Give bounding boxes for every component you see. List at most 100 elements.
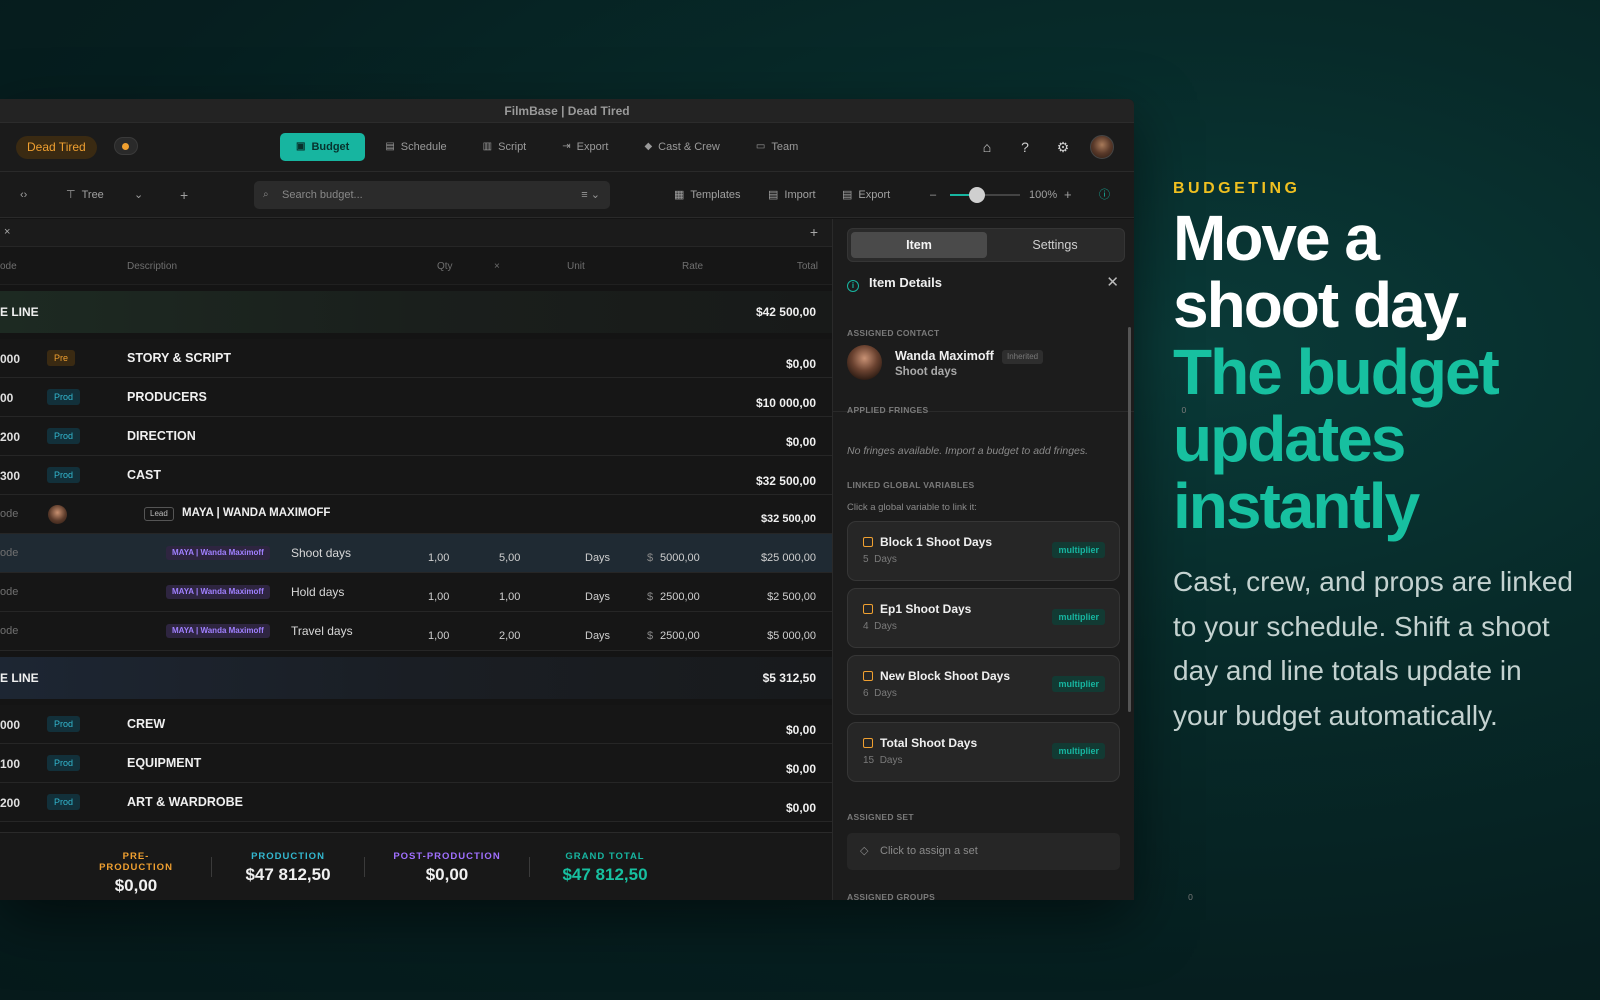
post-production-total: POST-PRODUCTION $0,00 (393, 851, 501, 884)
search-icon: ⌕ (263, 189, 269, 200)
eyebrow: BUDGETING (1173, 180, 1301, 197)
contact-chip[interactable]: MAYA | Wanda Maximoff (166, 624, 270, 638)
budget-totals-footer: PRE-PRODUCTION $0,00 PRODUCTION $47 812,… (0, 832, 832, 900)
toolbar: ‹› ⊤ Tree ⌄ + ⌕ Search budget... ≡ ⌄ ▦ Tem… (0, 172, 1134, 218)
body-copy: Cast, crew, and props are linked to your… (1173, 566, 1573, 731)
add-icon[interactable]: + (180, 172, 188, 218)
global-variable-card[interactable]: New Block Shoot Days 6 Days multiplier (847, 655, 1120, 715)
phase-badge: Prod (47, 716, 81, 732)
tab-cast-crew[interactable]: ◆ Cast & Crew (628, 133, 735, 161)
view-select[interactable]: ⊤ Tree (66, 172, 104, 218)
help-icon[interactable]: ? (1014, 136, 1036, 158)
panel-tabs: Item Settings (847, 228, 1125, 262)
col-total: Total (796, 261, 818, 272)
production-total: PRODUCTION $47 812,50 (245, 851, 331, 884)
divider (529, 857, 530, 877)
assign-set-input[interactable]: ◇ Click to assign a set (847, 833, 1120, 870)
multiplier-badge: multiplier (1052, 609, 1105, 625)
col-x: × (494, 261, 500, 272)
code-toggle-icon[interactable]: ‹› (20, 172, 27, 218)
global-variable-card[interactable]: Block 1 Shoot Days 5 Days multiplier (847, 521, 1120, 581)
divider (833, 411, 1134, 412)
gear-icon[interactable]: ⚙ (1052, 136, 1074, 158)
sheet-tabstrip: × + (0, 219, 832, 247)
calendar-icon (863, 604, 873, 614)
table-row[interactable]: ode MAYA | Wanda Maximoff Travel days 1,… (0, 612, 832, 651)
tab-settings[interactable]: Settings (987, 232, 1123, 258)
table-row[interactable]: 00 Prod PRODUCERS $10 000,00 (0, 378, 832, 417)
close-tab-icon[interactable]: × (4, 226, 10, 238)
window-titlebar: FilmBase | Dead Tired (0, 99, 1134, 123)
status-toggle[interactable] (114, 137, 138, 155)
phase-badge: Prod (47, 755, 81, 771)
tab-schedule[interactable]: ▤ Schedule (369, 133, 462, 161)
table-row[interactable]: 200 Prod ART & WARDROBE $0,00 (0, 783, 832, 822)
multiplier-badge: multiplier (1052, 542, 1105, 558)
add-tab-icon[interactable]: + (810, 224, 818, 240)
info-icon[interactable]: ⓘ (1099, 172, 1110, 218)
tab-team[interactable]: ▭ Team (740, 133, 814, 161)
global-variable-card[interactable]: Total Shoot Days 15 Days multiplier (847, 722, 1120, 782)
headline: Move a shoot day. The budget updates ins… (1173, 202, 1500, 542)
top-nav: Dead Tired ▣ Budget ▤ Schedule ▥ Script ⇥ Ex… (0, 123, 1134, 172)
tag-icon: ◇ (860, 845, 869, 857)
zoom-value: 100% (1029, 189, 1058, 201)
col-code: ode (0, 261, 17, 272)
table-row[interactable]: 100 Prod EQUIPMENT $0,00 (0, 744, 832, 783)
zoom-in-icon[interactable]: + (1064, 172, 1072, 218)
import-button[interactable]: ▤ Import (768, 172, 816, 218)
table-row[interactable]: ode MAYA | Wanda Maximoff Shoot days 1,0… (0, 534, 832, 573)
calendar-icon (863, 671, 873, 681)
zoom-out-icon[interactable]: – (930, 172, 936, 218)
lead-badge: Lead (144, 507, 174, 521)
table-row[interactable]: 000 Pre STORY & SCRIPT $0,00 (0, 339, 832, 378)
phase-badge: Prod (47, 428, 81, 444)
col-rate: Rate (682, 261, 704, 272)
tab-script[interactable]: ▥ Script (467, 133, 543, 161)
pre-production-total: PRE-PRODUCTION $0,00 (99, 851, 173, 895)
tab-export[interactable]: ⇥ Export (546, 133, 624, 161)
calendar-icon (863, 537, 873, 547)
nav-tabs: ▣ Budget ▤ Schedule ▥ Script ⇥ Export ◆ Cast … (280, 133, 814, 161)
chat-icon: ▭ (755, 141, 766, 152)
project-pill[interactable]: Dead Tired (16, 136, 97, 159)
export-doc-icon: ▤ (842, 189, 853, 201)
zoom-slider[interactable] (950, 187, 1020, 203)
group-row[interactable]: E LINE $42 500,00 (0, 291, 832, 333)
search-input[interactable]: ⌕ Search budget... ≡ ⌄ (254, 181, 610, 209)
grand-total: GRAND TOTAL $47 812,50 (562, 851, 648, 884)
phase-badge: Prod (47, 794, 81, 810)
close-icon[interactable]: ✕ (1106, 273, 1119, 293)
chevron-down-icon[interactable]: ⌄ (134, 172, 143, 218)
divider (364, 857, 365, 877)
avatar (48, 505, 67, 524)
table-row[interactable]: 300 Prod CAST $32 500,00 (0, 456, 832, 495)
table-row[interactable]: 200 Prod DIRECTION $0,00 (0, 417, 832, 456)
export-button[interactable]: ▤ Export (842, 172, 890, 218)
col-description: Description (127, 261, 178, 272)
filter-icon[interactable]: ≡ ⌄ (581, 181, 600, 209)
contact-chip[interactable]: MAYA | Wanda Maximoff (166, 546, 270, 560)
table-row[interactable]: ode MAYA | Wanda Maximoff Hold days 1,00… (0, 573, 832, 612)
table-rows: E LINE $42 500,00 000 Pre STORY & SCRIPT… (0, 291, 832, 822)
col-qty: Qty (437, 261, 453, 272)
script-icon: ▥ (482, 141, 493, 152)
group-row[interactable]: E LINE $5 312,50 (0, 657, 832, 699)
top-icons: ⌂ ? ⚙ (976, 135, 1114, 159)
table-header: ode Description Qty × Unit Rate Total (0, 247, 832, 285)
contact-chip[interactable]: MAYA | Wanda Maximoff (166, 585, 270, 599)
tab-item[interactable]: Item (851, 232, 987, 258)
budget-icon: ▣ (296, 141, 306, 152)
user-avatar[interactable] (1090, 135, 1114, 159)
panel-header: i Item Details ✕ (847, 273, 1127, 293)
budget-table-pane: × + ode Description Qty × Unit Rate Tota… (0, 219, 832, 900)
zoom-knob[interactable] (968, 187, 985, 203)
templates-button[interactable]: ▦ Templates (674, 172, 741, 218)
table-row[interactable]: 000 Prod CREW $0,00 (0, 705, 832, 744)
home-icon[interactable]: ⌂ (976, 136, 998, 158)
cast-row[interactable]: ode Lead MAYA | WANDA MAXIMOFF $32 500,0… (0, 495, 832, 534)
tab-budget[interactable]: ▣ Budget (280, 133, 366, 161)
multiplier-badge: multiplier (1052, 676, 1105, 692)
marketing-copy: BUDGETING Move a shoot day. The budget u… (1173, 180, 1573, 738)
global-variable-card[interactable]: Ep1 Shoot Days 4 Days multiplier (847, 588, 1120, 648)
